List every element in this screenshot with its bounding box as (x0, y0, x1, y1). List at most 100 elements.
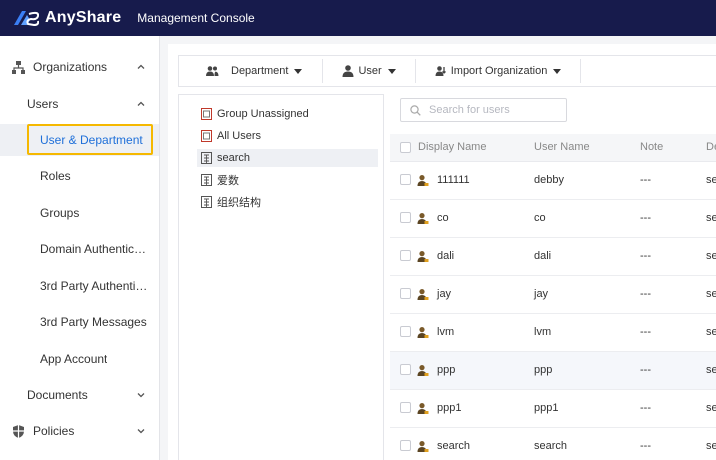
sidebar-item-domain-authentication[interactable]: Domain Authentic… (0, 231, 159, 267)
import-button-label: Import Organization (450, 65, 548, 77)
cell-note: --- (640, 440, 651, 452)
cell-department: se (706, 212, 716, 224)
department-dropdown-button[interactable]: Department (205, 56, 303, 86)
row-checkbox[interactable] (400, 364, 411, 375)
sidebar-item-app-account[interactable]: App Account (0, 341, 159, 377)
sidebar-item-groups[interactable]: Groups (0, 195, 159, 231)
cell-note: --- (640, 364, 651, 376)
row-checkbox[interactable] (400, 212, 411, 223)
table-row[interactable]: search search --- se (390, 428, 716, 460)
user-avatar-icon (417, 289, 429, 300)
row-checkbox[interactable] (400, 250, 411, 261)
cell-display-name: lvm (437, 326, 455, 338)
sidebar-item-policies[interactable]: Policies (0, 413, 159, 449)
main-panel: Department User Import Organization Grou… (168, 44, 716, 460)
sidebar-item-label: Users (27, 97, 59, 111)
row-checkbox[interactable] (400, 288, 411, 299)
select-all-checkbox[interactable] (400, 142, 411, 153)
row-checkbox[interactable] (400, 174, 411, 185)
sidebar-item-label: Documents (27, 388, 88, 402)
user-list-pane: Display Name User Name Note De 111111 deb… (390, 94, 716, 460)
cell-note: --- (640, 288, 651, 300)
column-header-display-name[interactable]: Display Name (418, 141, 486, 153)
row-checkbox[interactable] (400, 326, 411, 337)
cell-display-name: jay (437, 288, 452, 300)
tree-item-label: Group Unassigned (217, 108, 309, 120)
tree-item-all-users[interactable]: All Users (201, 127, 261, 145)
tree-item-label: search (217, 152, 251, 164)
search-input[interactable] (429, 104, 559, 116)
sidebar-item-roles[interactable]: Roles (0, 158, 159, 194)
sidebar-item-label: Organizations (33, 60, 108, 74)
user-avatar-icon (417, 403, 429, 414)
user-dropdown-button[interactable]: User (342, 56, 396, 86)
column-header-note[interactable]: Note (640, 141, 663, 153)
user-avatar-icon (417, 213, 429, 224)
toolbar-divider (414, 59, 416, 83)
sidebar-item-user-department[interactable]: User & Department (0, 122, 159, 158)
tree-item-search[interactable]: search (201, 149, 250, 167)
sidebar-item-label: Domain Authentic… (40, 242, 147, 256)
table-row[interactable]: 111111 debby --- se (390, 162, 716, 200)
sidebar-item-label: 3rd Party Messages (40, 315, 147, 329)
column-header-user-name[interactable]: User Name (534, 141, 590, 153)
table-row[interactable]: jay jay --- se (390, 276, 716, 314)
top-bar: AnyShare Management Console (0, 0, 716, 36)
sidebar-item-label: Policies (33, 424, 75, 438)
caret-down-icon (294, 68, 303, 74)
sidebar-item-users[interactable]: Users (0, 86, 159, 122)
table-row[interactable]: ppp ppp --- se (390, 352, 716, 390)
user-avatar-icon (417, 251, 429, 262)
department-icon (206, 66, 219, 76)
user-avatar-icon (417, 175, 429, 186)
user-icon (342, 65, 354, 77)
sidebar-item-third-party-authentication[interactable]: 3rd Party Authenti… (0, 268, 159, 304)
unassigned-group-icon (201, 108, 212, 120)
tree-item-org-structure[interactable]: 组织结构 (201, 193, 261, 211)
toolbar: Department User Import Organization (178, 55, 716, 87)
caret-down-icon (553, 68, 562, 74)
tree-item-group-unassigned[interactable]: Group Unassigned (201, 105, 309, 123)
tree-item-label: All Users (217, 130, 262, 142)
table-header: Display Name User Name Note De (390, 134, 716, 162)
chevron-up-icon (137, 64, 145, 69)
user-button-label: User (358, 65, 382, 77)
cell-display-name: ppp (437, 364, 456, 376)
chevron-down-icon (137, 393, 145, 398)
cell-note: --- (640, 402, 651, 414)
cell-display-name: co (437, 212, 449, 224)
sidebar-item-label: User & Department (40, 133, 143, 147)
tree-item-aishu[interactable]: 爱数 (201, 171, 239, 189)
user-avatar-icon (417, 441, 429, 452)
toolbar-divider (322, 59, 324, 83)
cell-user-name: search (534, 440, 568, 452)
row-checkbox[interactable] (400, 402, 411, 413)
cell-user-name: dali (534, 250, 552, 262)
table-row[interactable]: lvm lvm --- se (390, 314, 716, 352)
cell-user-name: lvm (534, 326, 552, 338)
cell-note: --- (640, 326, 651, 338)
table-row[interactable]: co co --- se (390, 200, 716, 238)
all-users-icon (201, 130, 212, 142)
table-row[interactable]: dali dali --- se (390, 238, 716, 276)
import-organization-button[interactable]: Import Organization (435, 56, 562, 86)
sidebar-item-label: Groups (40, 206, 80, 220)
table-row[interactable]: ppp1 ppp1 --- se (390, 390, 716, 428)
user-avatar-icon (417, 327, 429, 338)
search-box[interactable] (400, 98, 567, 122)
sidebar-item-documents[interactable]: Documents (0, 377, 159, 413)
sidebar-item-organizations[interactable]: Organizations (0, 49, 159, 85)
sidebar-item-label: App Account (40, 352, 108, 366)
cell-department: se (706, 440, 716, 452)
cell-department: se (706, 250, 716, 262)
sidebar-item-third-party-messages[interactable]: 3rd Party Messages (0, 304, 159, 340)
anyshare-logo[interactable]: AnyShare (13, 9, 121, 27)
cell-user-name: ppp (534, 364, 553, 376)
cell-department: se (706, 326, 716, 338)
chevron-down-icon (137, 429, 145, 434)
tree-item-label: 组织结构 (217, 197, 261, 209)
organization-building-icon (201, 152, 212, 164)
brand-name: AnyShare (45, 9, 122, 26)
row-checkbox[interactable] (400, 440, 411, 451)
column-header-department[interactable]: De (706, 141, 716, 153)
